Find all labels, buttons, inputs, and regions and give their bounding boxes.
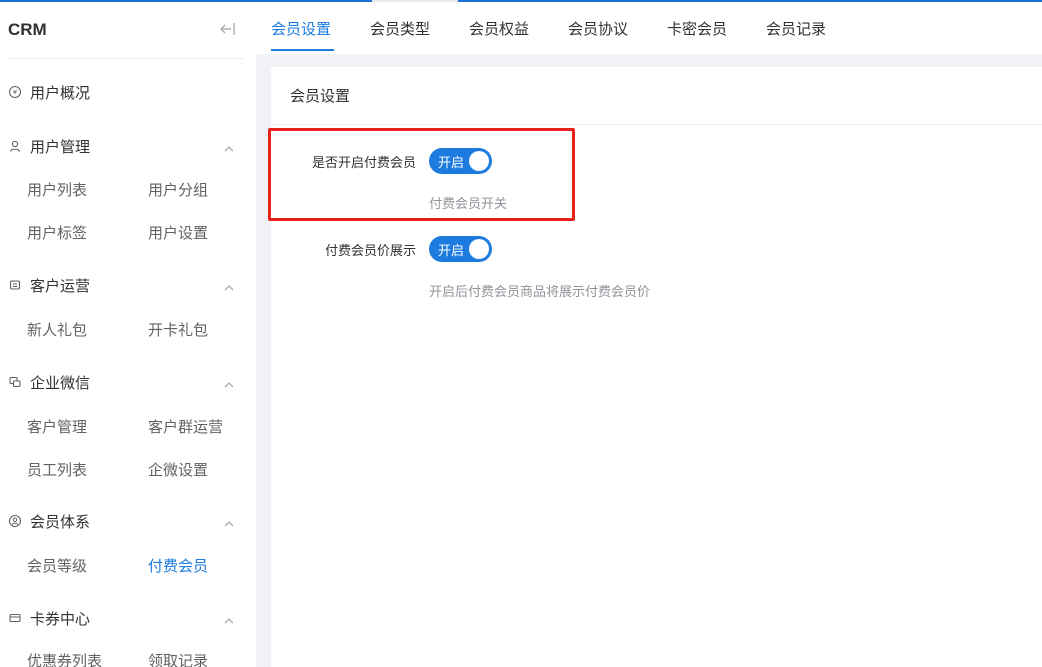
tab-member-settings[interactable]: 会员设置 xyxy=(271,18,331,39)
sidebar-item-staff-list[interactable]: 员工列表 xyxy=(27,459,87,480)
chevron-up-icon[interactable] xyxy=(222,280,236,294)
wechat-work-icon xyxy=(8,375,22,389)
sidebar-group-label: 客户运营 xyxy=(30,276,91,295)
sidebar-item-paid-membership[interactable]: 付费会员 xyxy=(148,555,208,576)
sidebar-group-membership[interactable]: 会员体系 xyxy=(8,509,90,533)
sidebar-item-wechat-work-settings[interactable]: 企微设置 xyxy=(148,459,208,480)
sidebar-header: CRM xyxy=(8,2,244,59)
sidebar-group-label: 用户概况 xyxy=(30,83,91,102)
switch-on-text: 开启 xyxy=(438,156,465,171)
tab-bar: 会员设置 会员类型 会员权益 会员协议 卡密会员 会员记录 xyxy=(256,2,1042,54)
member-price-display-help: 开启后付费会员商品将展示付费会员价 xyxy=(429,285,651,300)
member-price-display-label: 付费会员价展示 xyxy=(324,244,416,259)
sidebar-item-claim-records[interactable]: 领取记录 xyxy=(148,650,208,667)
sidebar-group-label: 企业微信 xyxy=(30,373,91,392)
customer-icon xyxy=(8,278,22,292)
active-tab-indicator xyxy=(271,49,334,51)
sidebar-group-user-management[interactable]: 用户管理 xyxy=(8,134,90,158)
tab-member-benefits[interactable]: 会员权益 xyxy=(469,18,529,39)
sidebar-item-user-tags[interactable]: 用户标签 xyxy=(27,222,87,243)
settings-card: 会员设置 是否开启付费会员 开启 付费会员开关 付费会员价展示 开启 开启后付费… xyxy=(271,67,1042,667)
sidebar-group-label: 卡券中心 xyxy=(30,609,91,628)
card-title: 会员设置 xyxy=(290,87,351,105)
overview-icon: ¥ xyxy=(8,85,22,99)
switch-knob xyxy=(469,239,489,259)
chevron-up-icon[interactable] xyxy=(222,141,236,155)
sidebar-item-customer-management[interactable]: 客户管理 xyxy=(27,416,87,437)
collapse-sidebar-icon[interactable] xyxy=(218,20,236,38)
tab-member-types[interactable]: 会员类型 xyxy=(370,18,430,39)
tab-member-agreement[interactable]: 会员协议 xyxy=(568,18,628,39)
paid-membership-label: 是否开启付费会员 xyxy=(311,156,416,171)
sidebar: CRM ¥ 用户概况 用户管理 用户列表 用户分组 用户标签 用户设置 客户运营… xyxy=(0,2,256,667)
sidebar-group-label: 用户管理 xyxy=(30,137,91,156)
sidebar-item-member-levels[interactable]: 会员等级 xyxy=(27,555,87,576)
sidebar-group-coupon-center[interactable]: 卡券中心 xyxy=(8,606,90,630)
sidebar-group-wechat-work[interactable]: 企业微信 xyxy=(8,370,90,394)
switch-on-text: 开启 xyxy=(438,244,465,259)
sidebar-item-user-settings[interactable]: 用户设置 xyxy=(148,222,208,243)
sidebar-item-user-list[interactable]: 用户列表 xyxy=(27,179,87,200)
sidebar-group-label: 会员体系 xyxy=(30,512,91,531)
chevron-up-icon[interactable] xyxy=(222,377,236,391)
switch-knob xyxy=(469,151,489,171)
sidebar-item-newcomer-gift[interactable]: 新人礼包 xyxy=(27,319,87,340)
sidebar-group-customer-ops[interactable]: 客户运营 xyxy=(8,273,90,297)
user-icon xyxy=(8,139,22,153)
card-header: 会员设置 xyxy=(271,67,1042,125)
sidebar-item-customer-group-ops[interactable]: 客户群运营 xyxy=(148,416,223,437)
sidebar-item-user-groups[interactable]: 用户分组 xyxy=(148,179,208,200)
tab-member-records[interactable]: 会员记录 xyxy=(766,18,826,39)
chevron-up-icon[interactable] xyxy=(222,516,236,530)
sidebar-item-coupon-list[interactable]: 优惠券列表 xyxy=(27,650,102,667)
tab-card-key-members[interactable]: 卡密会员 xyxy=(667,18,727,39)
paid-membership-switch[interactable]: 开启 xyxy=(429,148,492,174)
paid-membership-help: 付费会员开关 xyxy=(429,197,508,212)
coupon-icon xyxy=(8,611,22,625)
member-icon xyxy=(8,514,22,528)
sidebar-item-card-gift[interactable]: 开卡礼包 xyxy=(148,319,208,340)
brand-logo: CRM xyxy=(8,20,47,39)
sidebar-group-overview[interactable]: ¥ 用户概况 xyxy=(8,80,90,104)
svg-text:¥: ¥ xyxy=(13,89,18,97)
chevron-up-icon[interactable] xyxy=(222,613,236,627)
member-price-display-switch[interactable]: 开启 xyxy=(429,236,492,262)
